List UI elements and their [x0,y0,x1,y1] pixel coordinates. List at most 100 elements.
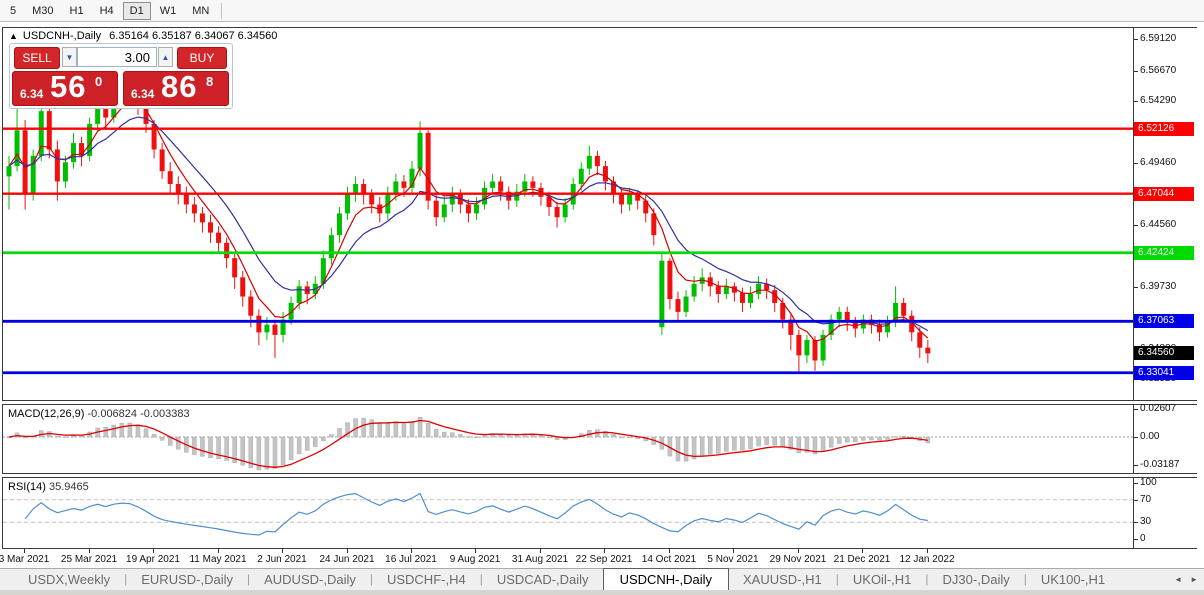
macd-histogram-bar [393,421,399,438]
macd-histogram-bar [159,436,165,441]
date-label: 5 Nov 2021 [707,554,759,565]
candle-body [401,181,407,188]
macd-histogram-bar [675,436,681,462]
date-label: 22 Sep 2021 [575,554,633,565]
macd-histogram-bar [772,436,777,446]
candle-body [836,311,842,320]
macd-axis[interactable]: 0.02607 0.00 -0.03187 [1133,403,1197,473]
timeframe-mn[interactable]: MN [185,2,216,20]
price-tick-mark [1134,39,1138,40]
tab-usdx-weekly[interactable]: USDX,Weekly [14,569,124,590]
tab-audusd-daily[interactable]: AUDUSD-,Daily [250,569,370,590]
volume-decrease-button[interactable]: ▼ [62,47,77,67]
timeframe-w1[interactable]: W1 [153,2,184,20]
tab-usdchf-h4[interactable]: USDCHF-,H4 [373,569,480,590]
macd-histogram-bar [732,436,737,451]
macd-label: MACD(12,26,9) -0.006824 -0.003383 [8,408,190,420]
collapse-chart-icon[interactable]: ▲ [9,31,18,41]
date-label: 9 Aug 2021 [449,554,501,565]
date-label: 16 Jul 2021 [385,554,437,565]
macd-histogram-bar [321,436,326,442]
candle-body [586,155,592,169]
sell-quote-button[interactable]: 6.34 56 0 [12,69,118,106]
buy-button[interactable]: BUY [177,47,227,69]
candle-body [619,194,625,205]
candle-body [739,292,745,303]
tab-uk100-h1[interactable]: UK100-,H1 [1027,569,1119,590]
candle-body [70,143,76,163]
rsi-tick-mark [1134,539,1138,540]
candle-body [901,302,907,316]
macd-histogram-bar [296,436,302,455]
tab-xauusd-h1[interactable]: XAUUSD-,H1 [729,569,836,590]
rsi-axis[interactable]: 100 70 30 0 [1133,477,1197,548]
sell-button[interactable]: SELL [14,47,60,69]
macd-histogram-bar [844,436,850,443]
macd-histogram-bar [546,436,552,439]
date-tick-mark [89,549,90,553]
tab-usdcad-daily[interactable]: USDCAD-,Daily [483,569,603,590]
tab-scroll-right-icon[interactable]: ► [1186,575,1202,584]
rsi-value: 35.9465 [48,481,89,493]
date-axis[interactable]: 3 Mar 2021 25 Mar 2021 19 Apr 2021 11 May 2… [0,549,1197,567]
one-click-trade-panel: SELL ▼ ▲ BUY 6.34 56 0 6.34 86 8 [9,43,233,109]
timeframe-5[interactable]: 5 [3,2,23,20]
macd-indicator-panel: 0.02607 0.00 -0.03187 MACD(12,26,9) -0.006… [2,403,1197,474]
tab-usdcnh-daily[interactable]: USDCNH-,Daily [602,568,730,590]
price-tick-mark [1134,101,1138,102]
level-price-label: 6.33041 [1134,366,1194,380]
macd-histogram-bar [22,436,28,439]
macd-histogram-bar [796,436,802,454]
current-price-label: 6.34560 [1134,346,1194,360]
macd-histogram-bar [901,435,906,438]
candle-body [441,204,447,218]
candle-body [208,222,213,233]
level-price-label: 6.37063 [1134,314,1194,328]
timeframe-m30[interactable]: M30 [25,2,60,20]
timeframe-h4[interactable]: H4 [93,2,121,20]
macd-histogram-bar [264,436,270,470]
candle-body [756,283,762,294]
volume-input[interactable] [77,47,157,67]
tab-dj30-daily[interactable]: DJ30-,Daily [929,569,1024,590]
trading-platform-window: { "toolbar": { "timeframes": [ {"label":… [0,0,1204,595]
macd-histogram-bar [143,428,149,438]
candle-body [191,204,197,214]
macd-histogram-bar [869,436,874,441]
candle-body [216,232,222,243]
macd-histogram-bar [103,427,108,438]
tab-scroll-left-icon[interactable]: ◄ [1170,575,1186,584]
macd-histogram-bar [385,422,391,438]
buy-quote-button[interactable]: 6.34 86 8 [123,69,229,106]
date-tick-mark [218,549,219,553]
macd-histogram-bar [208,436,213,458]
candle-body [433,200,439,218]
candle-body [224,242,230,259]
macd-histogram-bar [538,434,544,438]
rsi-canvas[interactable] [3,478,1133,548]
tab-ukoil-h1[interactable]: UKOil-,H1 [839,569,926,590]
timeframe-h1[interactable]: H1 [63,2,91,20]
tab-eurusd-daily[interactable]: EURUSD-,Daily [127,569,247,590]
macd-main-value: -0.006824 [87,408,138,420]
candle-body [578,168,584,185]
price-axis[interactable]: 6.591206.566706.542906.518406.494606.470… [1133,28,1197,400]
candle-body [336,213,342,236]
candle-body [490,181,496,188]
timeframe-d1[interactable]: D1 [122,1,151,20]
date-tick-mark [475,549,476,553]
ohlc-values: 6.35164 6.35187 6.34067 6.34560 [109,30,278,42]
macd-histogram-bar [780,436,786,448]
candle-body [425,132,431,201]
candle-body [264,324,270,333]
candle-body [417,132,423,169]
toolbar-separator [221,2,223,19]
macd-histogram-bar [450,432,455,438]
date-tick-mark [282,549,283,553]
price-axis-tick: 6.49460 [1140,157,1177,168]
macd-histogram-bar [55,435,60,438]
macd-histogram-bar [63,436,68,438]
candle-body [62,162,68,182]
volume-increase-button[interactable]: ▲ [158,47,173,67]
macd-histogram-bar [724,436,729,452]
